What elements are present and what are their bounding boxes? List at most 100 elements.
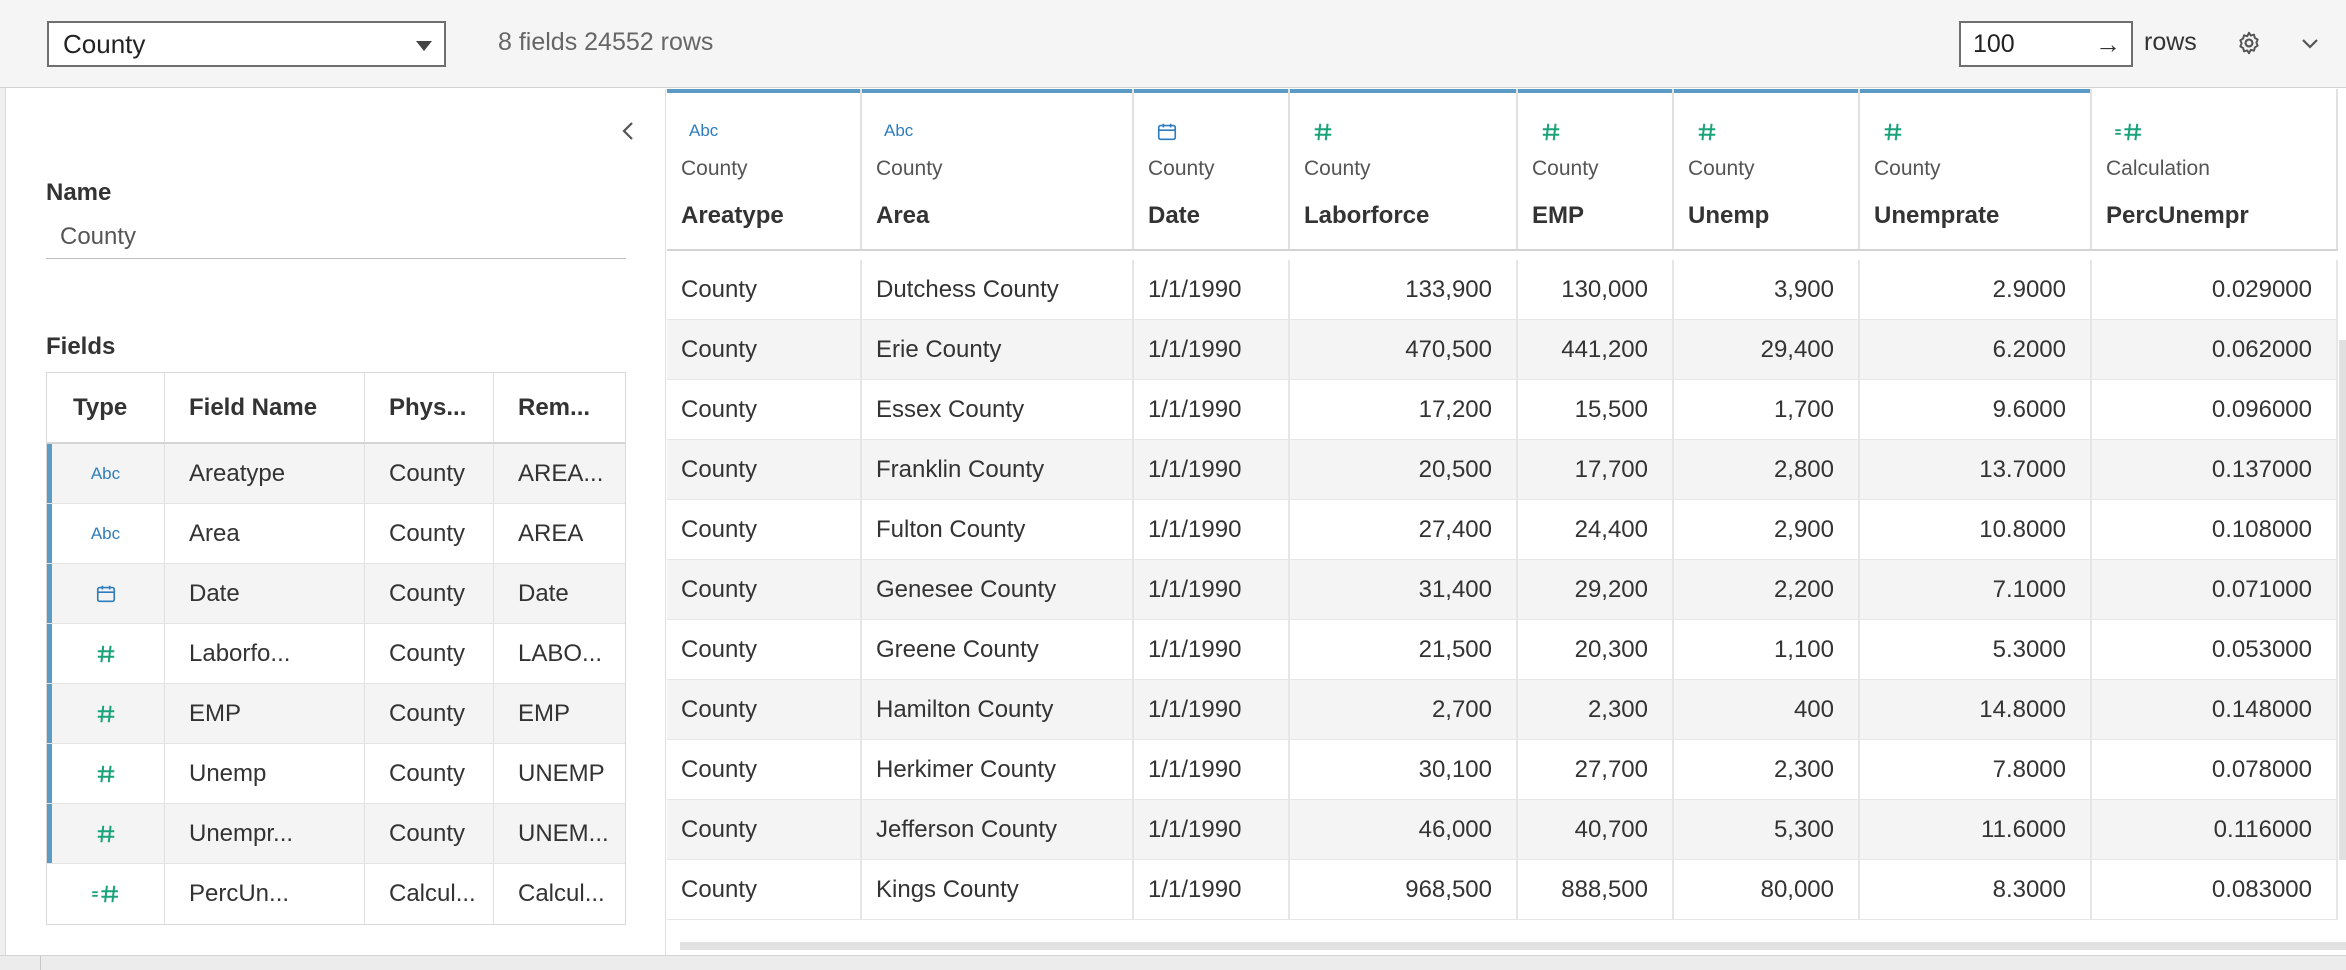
table-cell[interactable]: 17,200 — [1290, 380, 1518, 439]
table-cell[interactable]: Greene County — [862, 620, 1134, 679]
table-cell[interactable]: 0.108000 — [2092, 500, 2338, 559]
field-row[interactable]: Unempr... County UNEM... — [47, 804, 625, 864]
table-cell[interactable]: Essex County — [862, 380, 1134, 439]
chevron-down-icon[interactable] — [2298, 32, 2322, 56]
table-cell[interactable]: Jefferson County — [862, 800, 1134, 859]
table-cell[interactable]: Fulton County — [862, 500, 1134, 559]
table-cell[interactable]: 1/1/1990 — [1134, 500, 1290, 559]
field-name-cell[interactable]: Laborfo... — [165, 624, 365, 683]
table-cell[interactable]: 80,000 — [1674, 860, 1860, 919]
table-cell[interactable]: 1/1/1990 — [1134, 320, 1290, 379]
column-header-unemp[interactable]: County Unemp — [1674, 89, 1860, 249]
table-cell[interactable]: 1/1/1990 — [1134, 260, 1290, 319]
table-cell[interactable]: County — [667, 620, 862, 679]
table-cell[interactable]: 20,500 — [1290, 440, 1518, 499]
table-cell[interactable]: 40,700 — [1518, 800, 1674, 859]
table-cell[interactable]: County — [667, 500, 862, 559]
table-cell[interactable]: 0.053000 — [2092, 620, 2338, 679]
field-name-cell[interactable]: Unempr... — [165, 804, 365, 863]
field-row[interactable]: EMP County EMP — [47, 684, 625, 744]
field-name-cell[interactable]: Area — [165, 504, 365, 563]
field-row[interactable]: Laborfo... County LABO... — [47, 624, 625, 684]
table-cell[interactable]: 0.148000 — [2092, 680, 2338, 739]
field-row[interactable]: PercUn... Calcul... Calcul... — [47, 864, 625, 924]
table-cell[interactable]: 1,700 — [1674, 380, 1860, 439]
field-name-cell[interactable]: PercUn... — [165, 864, 365, 924]
table-cell[interactable]: 0.137000 — [2092, 440, 2338, 499]
table-cell[interactable]: 1/1/1990 — [1134, 440, 1290, 499]
column-header-field-name[interactable]: Field Name — [165, 373, 365, 442]
table-cell[interactable]: County — [667, 860, 862, 919]
table-cell[interactable]: 2.9000 — [1860, 260, 2092, 319]
table-cell[interactable]: 1/1/1990 — [1134, 740, 1290, 799]
table-cell[interactable]: 17,700 — [1518, 440, 1674, 499]
table-cell[interactable]: 1,100 — [1674, 620, 1860, 679]
table-cell[interactable]: 1/1/1990 — [1134, 380, 1290, 439]
column-header-emp[interactable]: County EMP — [1518, 89, 1674, 249]
table-cell[interactable]: County — [667, 740, 862, 799]
table-cell[interactable]: 2,700 — [1290, 680, 1518, 739]
table-cell[interactable]: 1/1/1990 — [1134, 680, 1290, 739]
field-row[interactable]: Date County Date — [47, 564, 625, 624]
table-cell[interactable]: 0.116000 — [2092, 800, 2338, 859]
table-cell[interactable]: 0.096000 — [2092, 380, 2338, 439]
column-header-percunempr[interactable]: Calculation PercUnempr — [2092, 89, 2338, 249]
table-cell[interactable]: County — [667, 440, 862, 499]
table-cell[interactable]: 2,300 — [1674, 740, 1860, 799]
table-cell[interactable]: 30,100 — [1290, 740, 1518, 799]
table-cell[interactable]: 20,300 — [1518, 620, 1674, 679]
column-header-laborforce[interactable]: County Laborforce — [1290, 89, 1518, 249]
table-cell[interactable]: 2,900 — [1674, 500, 1860, 559]
table-cell[interactable]: 46,000 — [1290, 800, 1518, 859]
horizontal-scrollbar[interactable] — [680, 942, 2346, 950]
table-cell[interactable]: 470,500 — [1290, 320, 1518, 379]
table-cell[interactable]: County — [667, 260, 862, 319]
table-cell[interactable]: 400 — [1674, 680, 1860, 739]
vertical-scrollbar[interactable] — [2339, 340, 2346, 860]
table-cell[interactable]: County — [667, 560, 862, 619]
column-header-remote[interactable]: Rem... — [494, 373, 625, 442]
table-cell[interactable]: 7.8000 — [1860, 740, 2092, 799]
table-cell[interactable]: 27,700 — [1518, 740, 1674, 799]
table-cell[interactable]: 24,400 — [1518, 500, 1674, 559]
table-cell[interactable]: 2,300 — [1518, 680, 1674, 739]
table-cell[interactable]: County — [667, 680, 862, 739]
column-header-date[interactable]: County Date — [1134, 89, 1290, 249]
field-name-cell[interactable]: Date — [165, 564, 365, 623]
table-cell[interactable]: 1/1/1990 — [1134, 620, 1290, 679]
table-cell[interactable]: 9.6000 — [1860, 380, 2092, 439]
table-cell[interactable]: 2,800 — [1674, 440, 1860, 499]
table-cell[interactable]: 5,300 — [1674, 800, 1860, 859]
table-cell[interactable]: 0.083000 — [2092, 860, 2338, 919]
table-cell[interactable]: 15,500 — [1518, 380, 1674, 439]
table-select-dropdown[interactable]: County — [47, 21, 446, 67]
table-cell[interactable]: 0.078000 — [2092, 740, 2338, 799]
table-cell[interactable]: Herkimer County — [862, 740, 1134, 799]
table-cell[interactable]: 29,400 — [1674, 320, 1860, 379]
table-cell[interactable]: 6.2000 — [1860, 320, 2092, 379]
table-cell[interactable]: 2,200 — [1674, 560, 1860, 619]
table-cell[interactable]: Kings County — [862, 860, 1134, 919]
table-cell[interactable]: County — [667, 380, 862, 439]
table-cell[interactable]: 441,200 — [1518, 320, 1674, 379]
table-cell[interactable]: 3,900 — [1674, 260, 1860, 319]
column-header-area[interactable]: Abc County Area — [862, 89, 1134, 249]
table-cell[interactable]: 1/1/1990 — [1134, 860, 1290, 919]
field-name-cell[interactable]: EMP — [165, 684, 365, 743]
table-cell[interactable]: 27,400 — [1290, 500, 1518, 559]
column-header-unemprate[interactable]: County Unemprate — [1860, 89, 2092, 249]
table-cell[interactable]: 14.8000 — [1860, 680, 2092, 739]
table-cell[interactable]: 130,000 — [1518, 260, 1674, 319]
table-cell[interactable]: 11.6000 — [1860, 800, 2092, 859]
apply-arrow-icon[interactable]: → — [2095, 23, 2121, 65]
table-cell[interactable]: Hamilton County — [862, 680, 1134, 739]
table-cell[interactable]: 0.029000 — [2092, 260, 2338, 319]
table-cell[interactable]: 968,500 — [1290, 860, 1518, 919]
table-cell[interactable]: 21,500 — [1290, 620, 1518, 679]
table-cell[interactable]: Genesee County — [862, 560, 1134, 619]
table-cell[interactable]: County — [667, 800, 862, 859]
column-header-areatype[interactable]: Abc County Areatype — [667, 89, 862, 249]
field-name-cell[interactable]: Areatype — [165, 444, 365, 503]
table-cell[interactable]: Dutchess County — [862, 260, 1134, 319]
table-cell[interactable]: 7.1000 — [1860, 560, 2092, 619]
